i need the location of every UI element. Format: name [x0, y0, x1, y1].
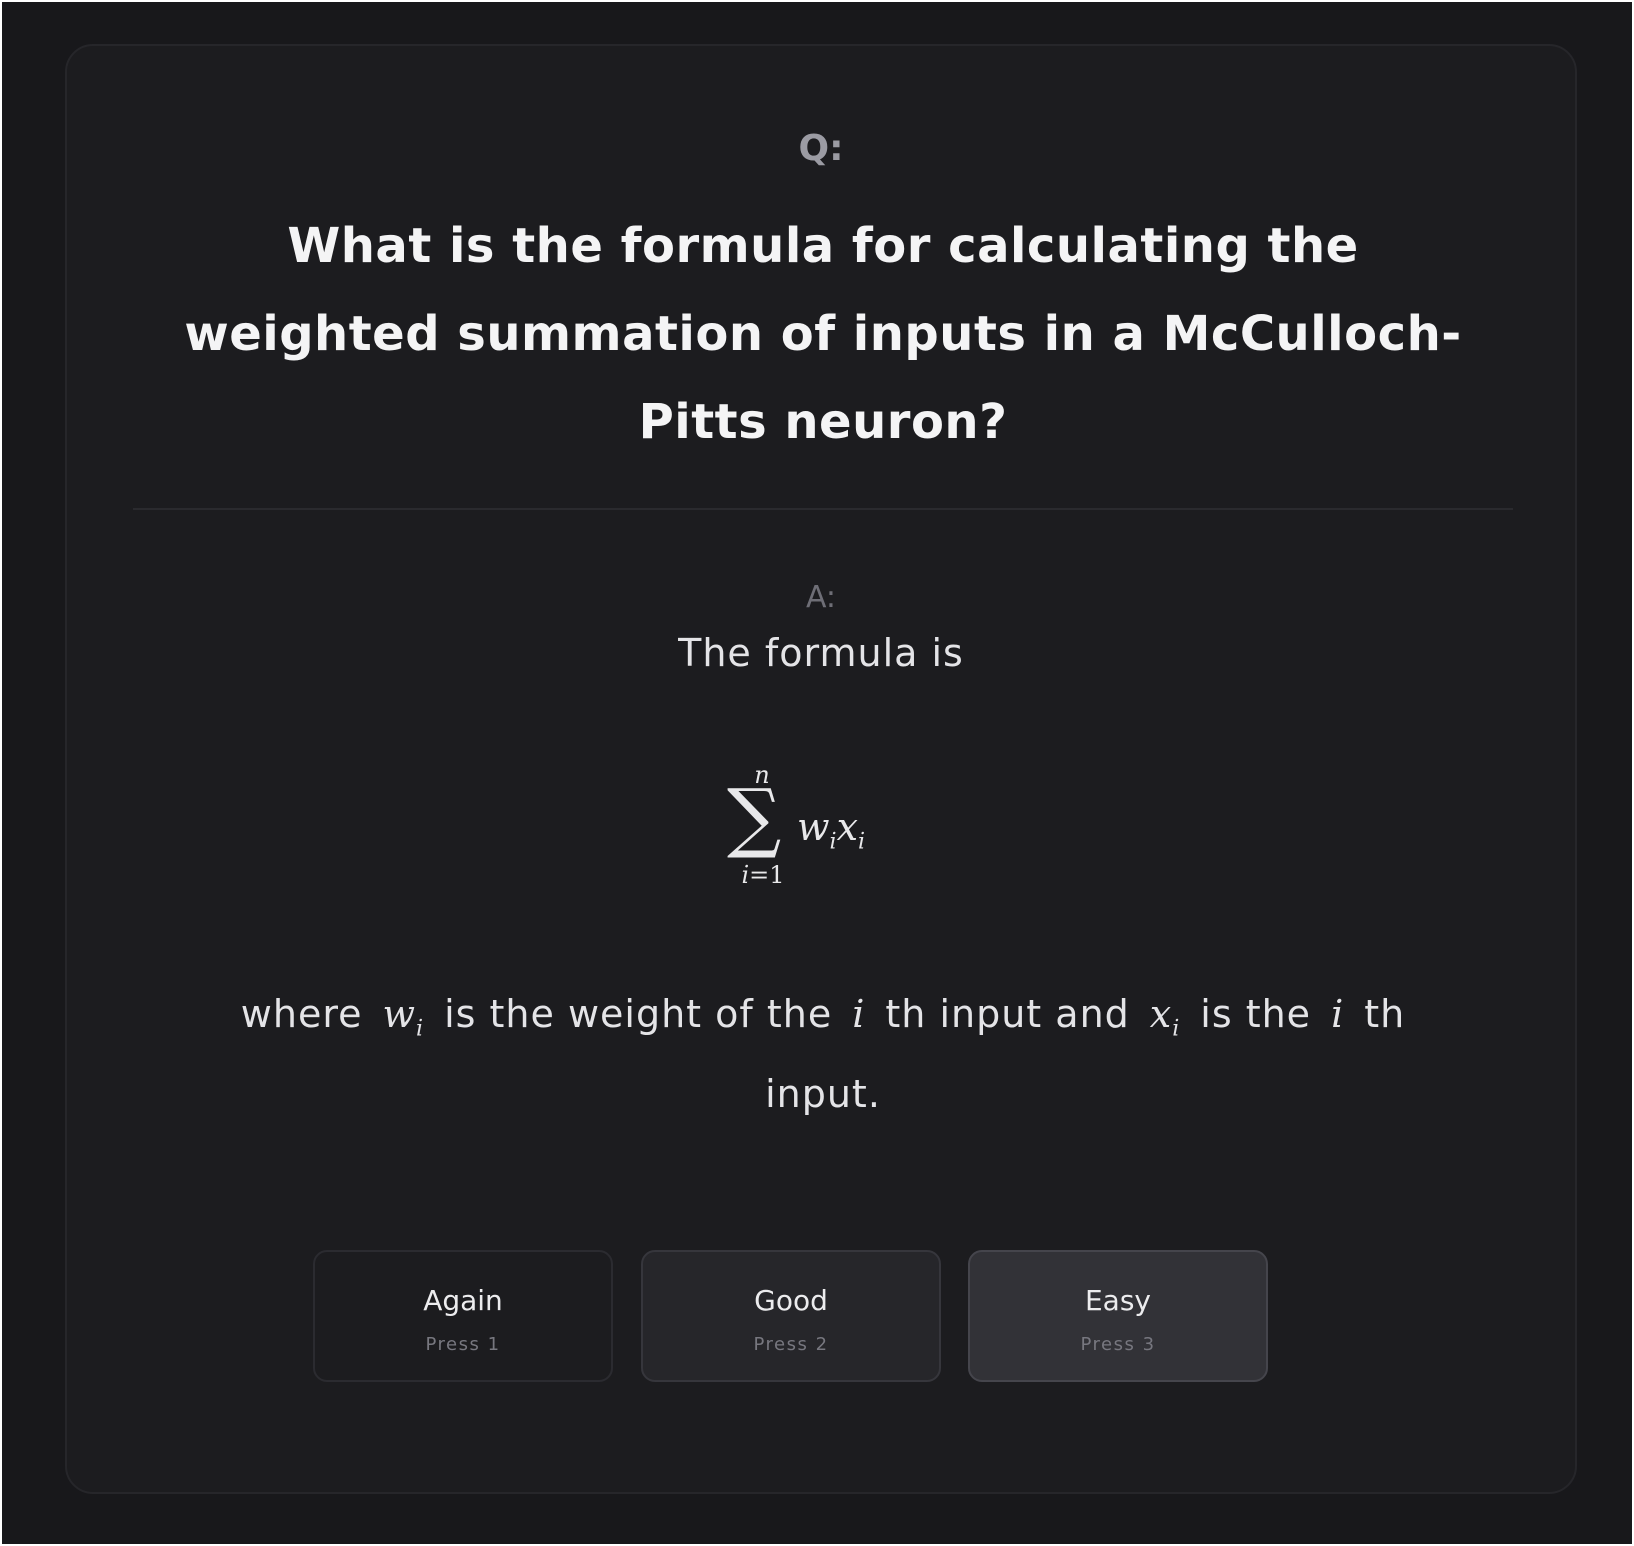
- weight-var: w: [797, 805, 830, 849]
- math-i-1: i: [852, 992, 866, 1036]
- lower-limit-rest: =1: [749, 861, 785, 889]
- math-i-2: i: [1331, 992, 1345, 1036]
- question-label: Q:: [798, 128, 844, 169]
- flashcard: Q: What is the formula for calculating t…: [65, 44, 1577, 1494]
- explanation-text-1: where: [240, 992, 363, 1036]
- again-button-label: Again: [423, 1284, 503, 1317]
- input-sub: i: [858, 829, 866, 855]
- lower-limit: i=1: [723, 861, 803, 889]
- math-w-sub: i: [416, 1016, 425, 1042]
- divider: [133, 508, 1513, 510]
- answer-label: A:: [805, 580, 837, 615]
- rating-buttons: Again Press 1 Good Press 2 Easy Press 3: [313, 1250, 1333, 1384]
- input-var: x: [836, 805, 859, 849]
- weight-sub: i: [829, 829, 837, 855]
- again-button[interactable]: Again Press 1: [313, 1250, 613, 1382]
- answer-explanation: where wi is the weight of the i th input and…: [197, 982, 1449, 1126]
- explanation-text-4: is the: [1200, 992, 1312, 1036]
- sigma-symbol: ∑: [727, 772, 782, 861]
- question-text: What is the formula for calculating the …: [184, 218, 1462, 450]
- good-button-label: Good: [754, 1284, 828, 1317]
- explanation-text-3: th input and: [885, 992, 1130, 1036]
- answer-intro: The formula is: [678, 631, 964, 675]
- easy-button-label: Easy: [1084, 1284, 1151, 1317]
- math-w-i: wi: [382, 992, 425, 1042]
- good-button[interactable]: Good Press 2: [641, 1250, 941, 1382]
- again-button-hint: Press 1: [425, 1334, 501, 1355]
- math-w-var: w: [382, 992, 417, 1036]
- math-x-i: xi: [1149, 992, 1180, 1042]
- explanation-text-2: is the weight of the: [444, 992, 833, 1036]
- lower-limit-var: i: [741, 861, 750, 889]
- easy-button[interactable]: Easy Press 3: [968, 1250, 1268, 1382]
- summation-formula: n ∑ i=1 wixi: [717, 761, 977, 911]
- summand: wixi: [797, 805, 865, 855]
- math-x-var: x: [1149, 992, 1173, 1036]
- easy-button-hint: Press 3: [1080, 1334, 1156, 1355]
- page: Q: What is the formula for calculating t…: [0, 0, 1634, 1546]
- good-button-hint: Press 2: [753, 1334, 829, 1355]
- math-x-sub: i: [1172, 1016, 1181, 1042]
